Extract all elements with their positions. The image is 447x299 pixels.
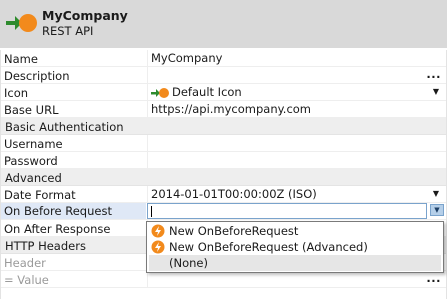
category-label: HTTP Headers bbox=[5, 239, 86, 253]
value-ellipsis-button[interactable]: ... bbox=[426, 271, 441, 285]
property-row-date-format[interactable]: Date Format 2014-01-01T00:00:00Z (ISO) ▼ bbox=[1, 186, 446, 203]
property-label: = Value bbox=[4, 273, 49, 287]
name-value[interactable]: MyCompany bbox=[147, 50, 446, 66]
module-title: MyCompany bbox=[42, 8, 128, 23]
property-label: Header bbox=[4, 256, 46, 270]
lightning-icon bbox=[151, 240, 165, 254]
category-advanced[interactable]: Advanced bbox=[1, 169, 446, 186]
property-row-name[interactable]: Name MyCompany bbox=[1, 50, 446, 67]
property-label: Icon bbox=[4, 86, 29, 100]
chevron-down-icon[interactable]: ▼ bbox=[433, 84, 439, 100]
option-label: (None) bbox=[169, 256, 208, 270]
category-label: Advanced bbox=[5, 171, 62, 185]
icon-value-text: Default Icon bbox=[172, 85, 242, 99]
base-url-value[interactable]: https://api.mycompany.com bbox=[147, 101, 446, 117]
date-format-text: 2014-01-01T00:00:00Z (ISO) bbox=[151, 187, 317, 201]
category-label: Basic Authentication bbox=[5, 120, 124, 134]
lightning-icon bbox=[151, 224, 165, 238]
property-row-base-url[interactable]: Base URL https://api.mycompany.com bbox=[1, 101, 446, 118]
category-basic-authentication[interactable]: Basic Authentication bbox=[1, 118, 446, 135]
on-before-request-dropdown-button[interactable]: ▼ bbox=[430, 204, 444, 216]
description-value[interactable]: ... bbox=[147, 67, 446, 83]
property-label: Date Format bbox=[4, 188, 76, 202]
property-row-password[interactable]: Password bbox=[1, 152, 446, 169]
module-header: MyCompany REST API bbox=[0, 0, 447, 48]
dropdown-option[interactable]: New OnBeforeRequest bbox=[149, 223, 441, 239]
chevron-down-icon[interactable]: ▼ bbox=[433, 186, 439, 202]
property-label: On After Response bbox=[4, 222, 111, 236]
property-row-icon[interactable]: Icon Default Icon ▼ bbox=[1, 84, 446, 101]
property-label: On Before Request bbox=[1, 203, 146, 219]
password-value[interactable] bbox=[147, 152, 446, 168]
on-before-request-input[interactable] bbox=[147, 203, 427, 219]
option-label: New OnBeforeRequest (Advanced) bbox=[169, 240, 368, 254]
on-before-request-dropdown-list: New OnBeforeRequest New OnBeforeRequest … bbox=[146, 221, 444, 273]
property-label: Base URL bbox=[4, 103, 59, 117]
property-label: Description bbox=[4, 69, 70, 83]
property-row-description[interactable]: Description ... bbox=[1, 67, 446, 84]
property-row-on-before-request[interactable]: On Before Request ▼ bbox=[1, 203, 446, 220]
property-label: Name bbox=[4, 52, 38, 66]
dropdown-option[interactable]: New OnBeforeRequest (Advanced) bbox=[149, 239, 441, 255]
property-label: Password bbox=[4, 154, 58, 168]
module-subtitle: REST API bbox=[42, 24, 94, 38]
option-label: New OnBeforeRequest bbox=[169, 224, 299, 238]
username-value[interactable] bbox=[147, 135, 446, 151]
rest-api-icon bbox=[6, 14, 37, 32]
property-label: Username bbox=[4, 137, 63, 151]
property-row-value[interactable]: = Value ... bbox=[1, 271, 446, 288]
text-caret bbox=[151, 206, 152, 217]
property-row-username[interactable]: Username bbox=[1, 135, 446, 152]
date-format-value[interactable]: 2014-01-01T00:00:00Z (ISO) ▼ bbox=[147, 186, 446, 202]
value-value[interactable]: ... bbox=[147, 271, 446, 287]
description-ellipsis-button[interactable]: ... bbox=[426, 67, 441, 81]
default-icon-icon bbox=[151, 88, 169, 98]
icon-value[interactable]: Default Icon ▼ bbox=[147, 84, 446, 100]
dropdown-option-none[interactable]: (None) bbox=[149, 255, 441, 271]
